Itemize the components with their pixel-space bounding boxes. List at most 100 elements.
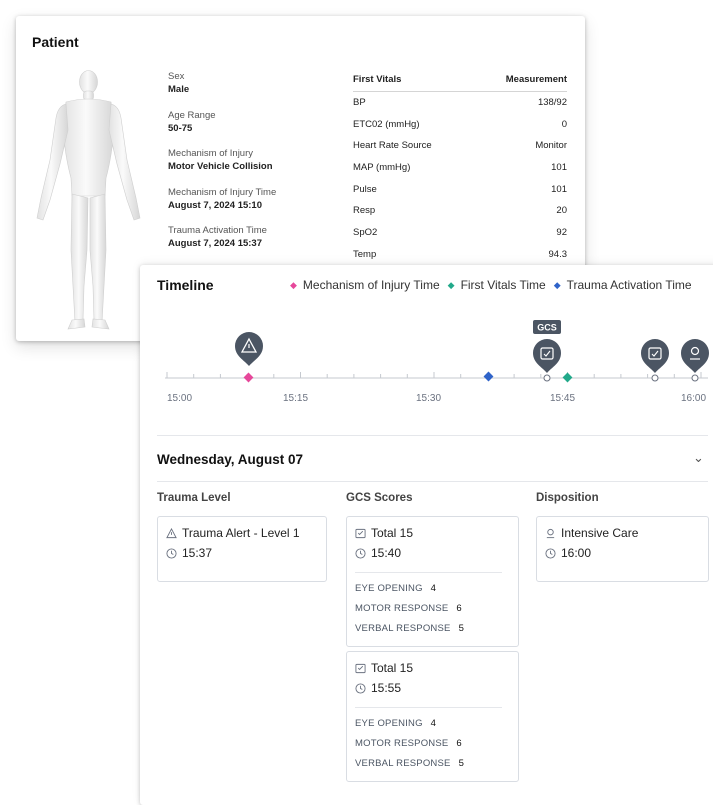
gcs-value: 6 — [456, 602, 462, 614]
table-row: Temp 94.3 — [353, 244, 567, 266]
timeline-chart: 15:00 15:15 15:30 15:45 16:00 GCS — [165, 320, 709, 404]
clipboard-icon — [355, 528, 366, 538]
clock-icon — [545, 547, 556, 559]
event-dot — [543, 374, 551, 382]
timeline-pin-disposition[interactable] — [681, 339, 709, 373]
gcs-motor-row: MOTOR RESPONSE 6 — [355, 598, 510, 618]
legend-label: Mechanism of Injury Time — [302, 278, 440, 292]
gcs-key: EYE OPENING — [355, 717, 423, 729]
timeline-card: Timeline ◆ Mechanism of Injury Time ◆ Fi… — [140, 265, 713, 805]
card-time: 15:40 — [371, 546, 402, 560]
diamond-icon: ◆ — [553, 279, 561, 290]
vital-name: Pulse — [353, 183, 377, 195]
vital-name: MAP (mmHg) — [353, 162, 411, 174]
field-value: August 7, 2024 15:10 — [168, 199, 262, 211]
clock-icon — [355, 547, 366, 559]
date-heading[interactable]: Wednesday, August 07 — [157, 452, 303, 467]
disposition-card[interactable]: Intensive Care 16:00 — [536, 516, 709, 582]
field-value: August 7, 2024 15:37 — [168, 238, 262, 249]
vital-name: Temp — [353, 248, 377, 260]
tick-label: 15:15 — [283, 393, 308, 404]
column-title-disposition: Disposition — [536, 492, 599, 504]
field-value: Male — [168, 84, 190, 95]
gcs-card[interactable]: Total 15 15:55 EYE OPENING 4 MOTOR RESPON… — [346, 651, 519, 782]
gcs-eye-row: EYE OPENING 4 — [355, 713, 510, 733]
gcs-key: MOTOR RESPONSE — [355, 737, 449, 749]
field-mechanism-time: Mechanism of Injury Time August 7, 2024 … — [168, 187, 338, 226]
field-value: Motor Vehicle Collision — [168, 161, 273, 172]
vital-value: 0 — [561, 118, 567, 130]
vital-name: Heart Rate Source — [353, 140, 432, 152]
card-label: Trauma Alert - Level 1 — [182, 526, 300, 540]
divider — [355, 707, 502, 708]
field-label: Mechanism of Injury Time — [168, 186, 277, 198]
gcs-eye-row: EYE OPENING 4 — [355, 578, 510, 598]
column-title-trauma: Trauma Level — [157, 492, 231, 504]
vital-value: 101 — [551, 162, 567, 174]
vital-value: 94.3 — [548, 248, 568, 260]
diamond-icon: ◆ — [290, 279, 297, 290]
tick-label: 15:45 — [550, 393, 575, 404]
tick-label: 16:00 — [681, 393, 706, 404]
patient-fields: Sex Male Age Range 50-75 Mechanism of In… — [168, 71, 338, 264]
clipboard-icon — [355, 663, 366, 673]
vital-value: 92 — [556, 227, 567, 239]
field-label: Mechanism of Injury — [168, 148, 254, 159]
card-time: 16:00 — [561, 546, 592, 560]
card-time-row: 16:00 — [545, 543, 700, 563]
vital-name: ETC02 (mmHg) — [353, 118, 420, 130]
gcs-key: MOTOR RESPONSE — [355, 602, 449, 614]
tick-label: 15:00 — [167, 393, 192, 404]
tick-label: 15:30 — [416, 393, 441, 404]
vital-name: SpO2 — [353, 227, 378, 239]
card-time: 15:55 — [371, 681, 402, 695]
warning-icon — [166, 527, 177, 538]
body-figure-image — [36, 70, 141, 330]
chevron-down-icon[interactable]: ⌄ — [693, 450, 704, 466]
timeline-pin-trauma[interactable] — [235, 332, 263, 366]
marker-trauma-activation[interactable] — [483, 371, 494, 382]
timeline-pin-gcs-1[interactable] — [533, 339, 561, 373]
gcs-value: 4 — [430, 717, 436, 729]
gcs-key: VERBAL RESPONSE — [355, 757, 451, 769]
table-row: Heart Rate Source Monitor — [353, 135, 567, 157]
trauma-level-card[interactable]: Trauma Alert - Level 1 15:37 — [157, 516, 327, 582]
diamond-icon: ◆ — [447, 279, 455, 290]
card-time: 15:37 — [182, 546, 213, 560]
card-label-row: Intensive Care — [545, 523, 700, 543]
clock-icon — [355, 682, 366, 694]
gcs-value: 5 — [458, 622, 464, 634]
gcs-verbal-row: VERBAL RESPONSE 5 — [355, 618, 510, 638]
gcs-tag: GCS — [533, 320, 561, 334]
event-dot — [651, 374, 659, 382]
divider — [157, 435, 708, 436]
legend-item-first-vitals: ◆ First Vitals Time — [448, 278, 546, 292]
divider — [355, 572, 502, 573]
marker-first-vitals[interactable] — [562, 372, 573, 383]
marker-mechanism-time[interactable] — [243, 372, 254, 383]
vital-name: Resp — [353, 205, 376, 217]
vital-name: BP — [353, 97, 366, 109]
vital-value: Monitor — [535, 140, 567, 152]
gcs-key: EYE OPENING — [355, 582, 423, 594]
field-sex: Sex Male — [168, 71, 338, 110]
gcs-card[interactable]: Total 15 15:40 EYE OPENING 4 MOTOR RESPON… — [346, 516, 519, 647]
table-row: BP 138/92 — [353, 92, 567, 114]
event-dot — [691, 374, 699, 382]
timeline-pin-gcs-2[interactable] — [641, 339, 669, 373]
card-time-row: 15:40 — [355, 543, 510, 563]
table-row: Resp 20 — [353, 200, 567, 222]
field-label: Age Range — [168, 109, 216, 121]
field-label: Trauma Activation Time — [168, 225, 267, 236]
legend-item-mechanism: ◆ Mechanism of Injury Time — [290, 278, 440, 292]
legend-label: First Vitals Time — [460, 278, 546, 292]
vital-value: 20 — [556, 205, 567, 217]
divider — [157, 481, 708, 482]
field-value: 50-75 — [168, 122, 193, 134]
gcs-tag-label: GCS — [537, 323, 557, 333]
vitals-header-name: First Vitals — [353, 74, 402, 86]
gcs-motor-row: MOTOR RESPONSE 6 — [355, 733, 510, 753]
location-pin-icon — [546, 528, 555, 538]
timeline-title: Timeline — [157, 277, 214, 293]
card-label-row: Total 15 — [355, 523, 510, 543]
